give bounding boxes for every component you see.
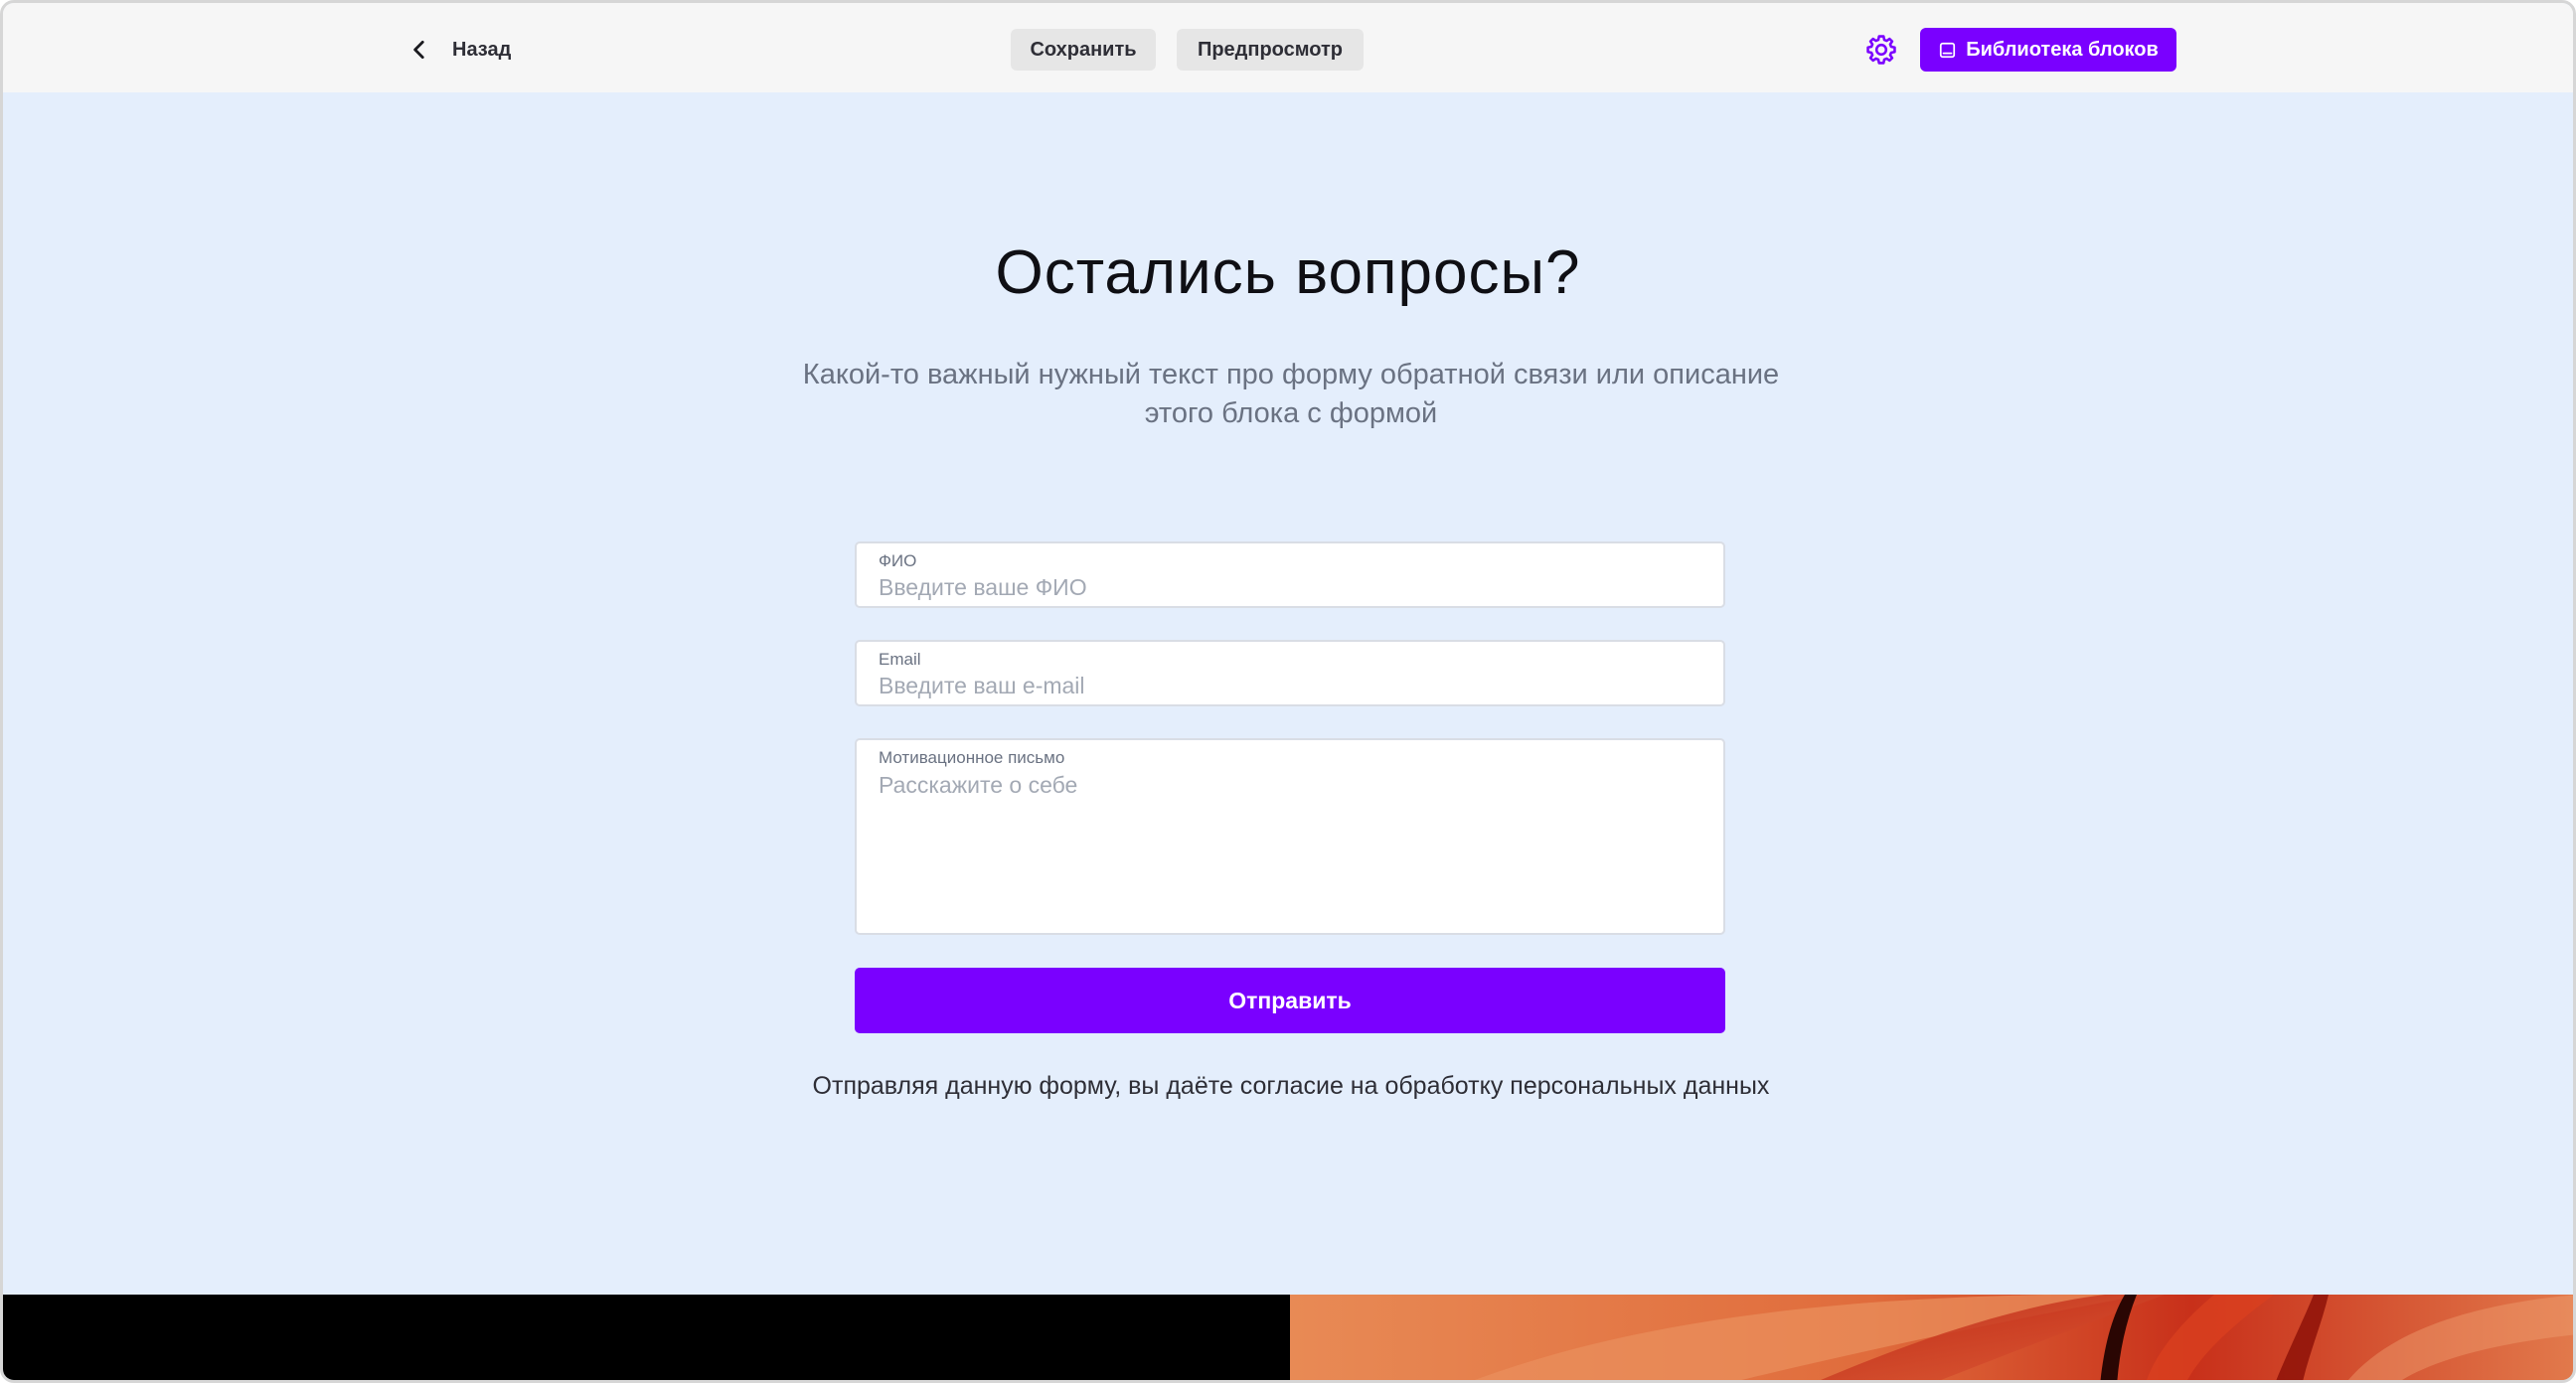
form-subtitle: Какой-то важный нужный текст про форму о… [802,359,1780,429]
form-title: Остались вопросы? [995,238,1581,307]
motivation-letter-field[interactable]: Мотивационное письмо [855,738,1725,935]
email-field[interactable]: Email [855,640,1725,706]
preview-button[interactable]: Предпросмотр [1177,29,1364,71]
editor-window: Назад Сохранить Предпросмотр Библиотека … [0,0,2576,1383]
save-button[interactable]: Сохранить [1011,29,1156,71]
back-button[interactable]: Назад [406,29,511,71]
back-label: Назад [452,38,512,61]
image-icon [1940,42,1956,58]
motivation-letter-input[interactable] [879,772,1693,921]
next-block-dark-panel [3,1295,1290,1380]
consent-text: Отправляя данную форму, вы даёте согласи… [812,1072,1770,1100]
chevron-left-icon [413,41,424,59]
email-input[interactable] [879,672,1693,699]
full-name-field[interactable]: ФИО [855,541,1725,608]
next-block-abstract-image [1290,1295,2573,1380]
email-label: Email [879,650,921,669]
block-library-label: Библиотека блоков [1966,38,2159,61]
editor-toolbar: Назад Сохранить Предпросмотр Библиотека … [3,3,2573,92]
gear-icon[interactable] [1864,33,1898,67]
motivation-letter-label: Мотивационное письмо [879,748,1065,767]
block-library-button[interactable]: Библиотека блоков [1920,28,2176,72]
full-name-input[interactable] [879,573,1693,601]
full-name-label: ФИО [879,551,917,570]
submit-button[interactable]: Отправить [855,968,1725,1033]
